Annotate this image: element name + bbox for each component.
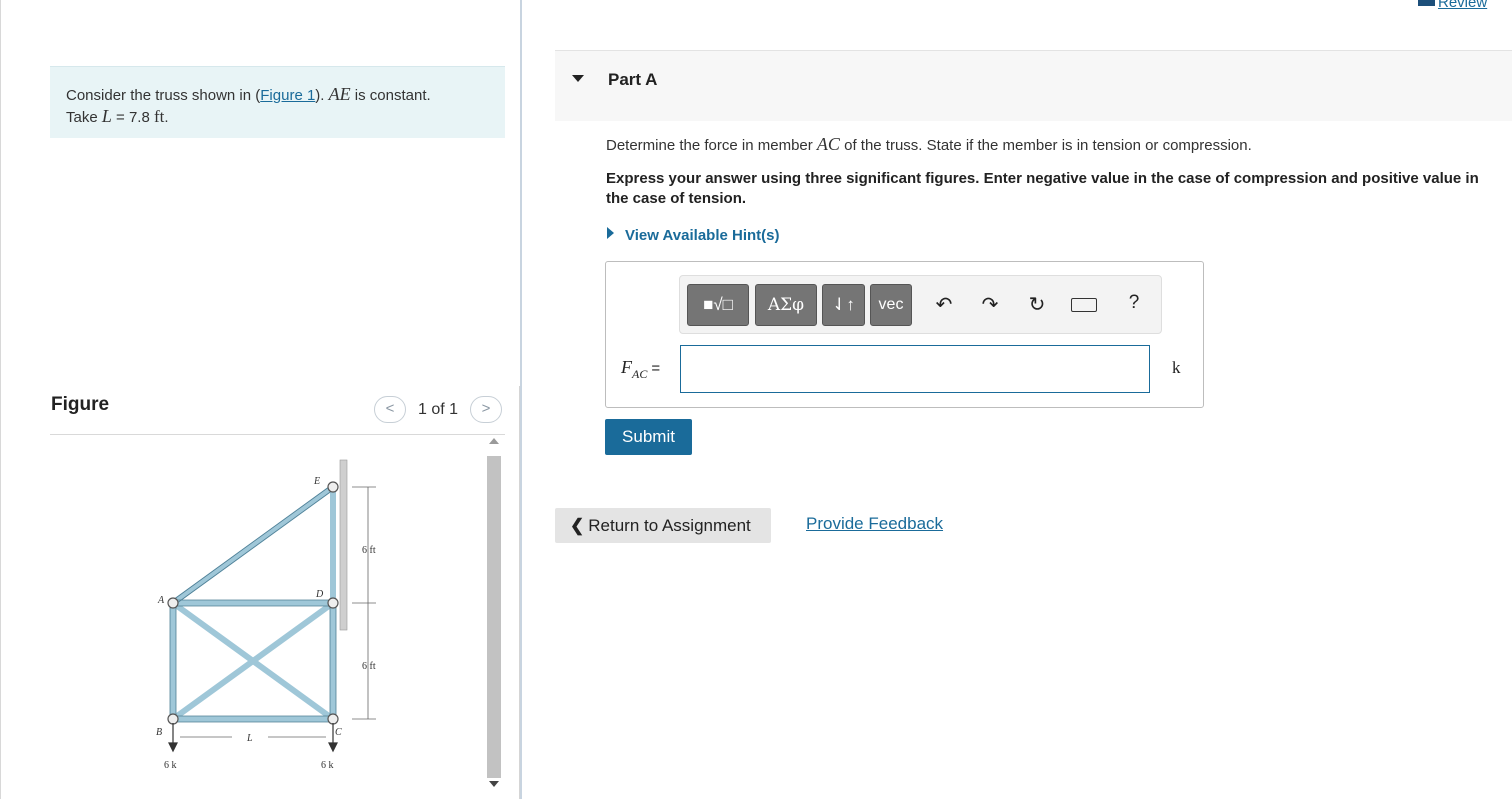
reset-icon[interactable]: ↻ <box>1025 292 1049 317</box>
keyboard-icon[interactable] <box>1071 298 1097 312</box>
scroll-down-arrow-icon[interactable] <box>489 781 499 787</box>
truss-diagram: E D A B C L 6 ft 6 ft 6 k 6 k <box>156 459 376 771</box>
view-hints-link[interactable]: View Available Hint(s) <box>625 227 780 244</box>
figure-scrollbar[interactable] <box>485 436 503 791</box>
problem-statement: Consider the truss shown in (Figure 1). … <box>50 66 505 138</box>
load-c-label: 6 k <box>321 760 334 771</box>
question-post: of the truss. State if the member is in … <box>839 137 1252 154</box>
figure-link[interactable]: Figure 1 <box>260 87 315 104</box>
node-b-label: B <box>156 727 162 738</box>
templates-button[interactable]: ■√□ <box>687 284 749 326</box>
load-b-label: 6 k <box>164 760 177 771</box>
answer-variable-label: FAC = <box>621 357 661 381</box>
review-link[interactable]: Review <box>1418 0 1487 11</box>
member-symbol: AC <box>816 134 840 154</box>
var-main: F <box>621 357 632 377</box>
ae-text: is constant. <box>350 87 431 104</box>
take-text: Take <box>66 109 102 126</box>
arrows-button[interactable]: ⇃↑ <box>822 284 865 326</box>
collapse-caret-icon[interactable] <box>572 75 584 82</box>
question-text: Determine the force in member AC of the … <box>606 134 1252 155</box>
chevron-left-icon: ❮ <box>570 516 585 535</box>
dim-lower-label: 6 ft <box>362 661 376 672</box>
var-sub: AC <box>632 367 648 381</box>
truss-members <box>170 484 336 722</box>
figure-next-button[interactable]: > <box>470 396 502 423</box>
dim-upper-label: 6 ft <box>362 545 376 556</box>
vec-button[interactable]: vec <box>870 284 912 326</box>
hint-caret-icon[interactable] <box>607 227 614 239</box>
math-toolbar: ■√□ ΑΣφ ⇃↑ vec ↶ ↷ ↻ ? <box>679 275 1162 334</box>
scroll-thumb[interactable] <box>487 456 501 778</box>
problem-end: . <box>164 109 169 126</box>
problem-intro: Consider the truss shown in ( <box>66 87 261 104</box>
return-to-assignment-button[interactable]: ❮ Return to Assignment <box>555 508 771 543</box>
l-symbol: L <box>101 106 112 126</box>
greek-symbols-button[interactable]: ΑΣφ <box>755 284 817 326</box>
figure-prev-button[interactable]: < <box>374 396 406 423</box>
scroll-up-arrow-icon[interactable] <box>489 438 499 444</box>
return-label: Return to Assignment <box>588 516 751 535</box>
figure-heading: Figure <box>51 394 110 415</box>
figure-counter: 1 of 1 <box>418 401 459 418</box>
part-a-header[interactable] <box>555 51 1512 121</box>
help-icon[interactable]: ? <box>1122 292 1146 314</box>
node-e-label: E <box>313 476 320 487</box>
l-unit: ft <box>154 107 165 126</box>
node-d-label: D <box>315 589 324 600</box>
provide-feedback-link[interactable]: Provide Feedback <box>806 514 943 534</box>
equals-sign: = <box>651 360 661 377</box>
question-pre: Determine the force in member <box>606 137 817 154</box>
instructions-text: Express your answer using three signific… <box>606 170 1479 207</box>
undo-icon[interactable]: ↶ <box>932 292 956 317</box>
problem-after-link: ). <box>315 87 329 104</box>
ae-symbol: AE <box>328 84 351 104</box>
span-label: L <box>246 733 253 744</box>
submit-button[interactable]: Submit <box>605 419 692 455</box>
answer-input[interactable] <box>680 345 1150 393</box>
redo-icon[interactable]: ↷ <box>978 292 1002 317</box>
unit-label: k <box>1172 358 1181 377</box>
figure-divider <box>50 434 505 435</box>
l-value: = 7.8 <box>111 109 154 126</box>
part-title: Part A <box>608 70 658 89</box>
pane-divider[interactable] <box>520 0 522 799</box>
node-c-label: C <box>335 727 342 738</box>
wall-support <box>339 459 348 631</box>
node-a-label: A <box>157 595 165 606</box>
